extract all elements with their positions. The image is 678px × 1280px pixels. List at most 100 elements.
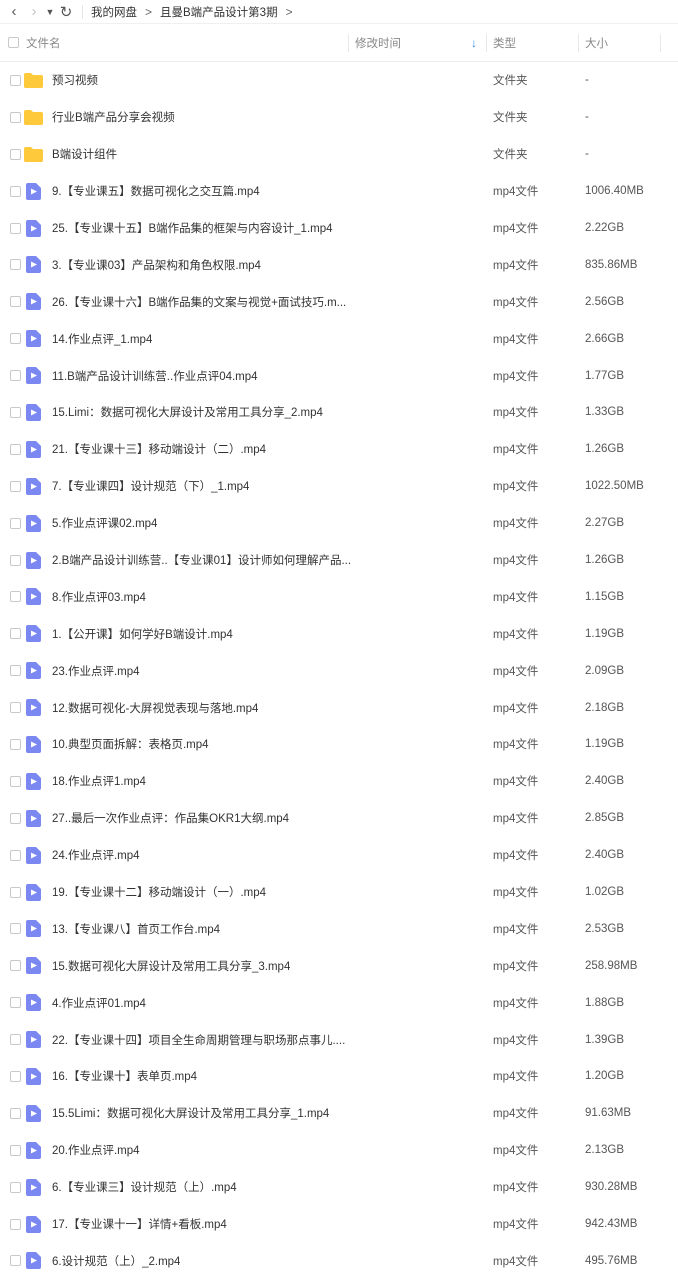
file-row[interactable]: 2.B端产品设计训练营..【专业课01】设计师如何理解产品... mp4文件 1.2…	[0, 542, 678, 579]
file-name[interactable]: 15.5Limi：数据可视化大屏设计及常用工具分享_1.mp4	[52, 1105, 329, 1121]
file-name[interactable]: 26.【专业课十六】B端作品集的文案与视觉+面试技巧.m...	[52, 294, 346, 310]
breadcrumb-root[interactable]: 我的网盘	[91, 4, 137, 20]
file-row[interactable]: 21.【专业课十三】移动端设计（二）.mp4 mp4文件 1.26GB	[0, 431, 678, 468]
file-row[interactable]: 15.数据可视化大屏设计及常用工具分享_3.mp4 mp4文件 258.98MB	[0, 947, 678, 984]
file-name[interactable]: 21.【专业课十三】移动端设计（二）.mp4	[52, 441, 266, 457]
row-checkbox[interactable]	[4, 1058, 26, 1095]
column-mtime-header[interactable]: 修改时间	[355, 35, 401, 51]
file-row[interactable]: B端设计组件 文件夹 -	[0, 136, 678, 173]
row-checkbox[interactable]	[4, 615, 26, 652]
file-row[interactable]: 27..最后一次作业点评：作品集OKR1大纲.mp4 mp4文件 2.85GB	[0, 800, 678, 837]
refresh-button[interactable]: ↻	[56, 1, 76, 23]
file-name[interactable]: 10.典型页面拆解：表格页.mp4	[52, 736, 209, 752]
row-checkbox[interactable]	[4, 1243, 26, 1280]
file-name[interactable]: 5.作业点评课02.mp4	[52, 515, 157, 531]
file-name[interactable]: 24.作业点评.mp4	[52, 847, 140, 863]
file-row[interactable]: 26.【专业课十六】B端作品集的文案与视觉+面试技巧.m... mp4文件 2.56…	[0, 283, 678, 320]
row-checkbox[interactable]	[4, 837, 26, 874]
file-row[interactable]: 16.【专业课十】表单页.mp4 mp4文件 1.20GB	[0, 1058, 678, 1095]
file-name[interactable]: 19.【专业课十二】移动端设计（一）.mp4	[52, 884, 266, 900]
row-checkbox[interactable]	[4, 62, 26, 99]
row-checkbox[interactable]	[4, 99, 26, 136]
row-checkbox[interactable]	[4, 431, 26, 468]
row-checkbox[interactable]	[4, 320, 26, 357]
file-row[interactable]: 7.【专业课四】设计规范（下）_1.mp4 mp4文件 1022.50MB	[0, 468, 678, 505]
file-name[interactable]: 2.B端产品设计训练营..【专业课01】设计师如何理解产品...	[52, 552, 351, 568]
row-checkbox[interactable]	[4, 542, 26, 579]
row-checkbox[interactable]	[4, 874, 26, 911]
file-row[interactable]: 15.5Limi：数据可视化大屏设计及常用工具分享_1.mp4 mp4文件 91.6…	[0, 1095, 678, 1132]
row-checkbox[interactable]	[4, 394, 26, 431]
file-row[interactable]: 13.【专业课八】首页工作台.mp4 mp4文件 2.53GB	[0, 910, 678, 947]
file-name[interactable]: 18.作业点评1.mp4	[52, 773, 146, 789]
select-all-checkbox[interactable]	[2, 37, 24, 48]
column-divider[interactable]	[660, 34, 661, 52]
file-name[interactable]: 16.【专业课十】表单页.mp4	[52, 1068, 197, 1084]
file-name[interactable]: 8.作业点评03.mp4	[52, 589, 146, 605]
file-name[interactable]: 6.设计规范（上）_2.mp4	[52, 1253, 180, 1269]
breadcrumb-current-folder[interactable]: 且曼B端产品设计第3期	[160, 4, 278, 20]
file-row[interactable]: 15.Limi：数据可视化大屏设计及常用工具分享_2.mp4 mp4文件 1.33G…	[0, 394, 678, 431]
forward-button[interactable]: ›	[24, 1, 44, 23]
file-row[interactable]: 预习视频 文件夹 -	[0, 62, 678, 99]
row-checkbox[interactable]	[4, 505, 26, 542]
row-checkbox[interactable]	[4, 578, 26, 615]
row-checkbox[interactable]	[4, 283, 26, 320]
file-row[interactable]: 14.作业点评_1.mp4 mp4文件 2.66GB	[0, 320, 678, 357]
file-name[interactable]: 27..最后一次作业点评：作品集OKR1大纲.mp4	[52, 810, 289, 826]
row-checkbox[interactable]	[4, 763, 26, 800]
file-row[interactable]: 1.【公开课】如何学好B端设计.mp4 mp4文件 1.19GB	[0, 615, 678, 652]
file-name[interactable]: 预习视频	[52, 72, 98, 88]
file-name[interactable]: 3.【专业课03】产品架构和角色权限.mp4	[52, 257, 261, 273]
file-name[interactable]: 7.【专业课四】设计规范（下）_1.mp4	[52, 478, 249, 494]
file-row[interactable]: 20.作业点评.mp4 mp4文件 2.13GB	[0, 1132, 678, 1169]
file-row[interactable]: 19.【专业课十二】移动端设计（一）.mp4 mp4文件 1.02GB	[0, 874, 678, 911]
row-checkbox[interactable]	[4, 357, 26, 394]
column-name-header[interactable]: 文件名	[26, 35, 61, 51]
row-checkbox[interactable]	[4, 136, 26, 173]
column-divider[interactable]	[348, 34, 349, 52]
file-name[interactable]: 行业B端产品分享会视频	[52, 109, 175, 125]
file-row[interactable]: 12.数据可视化-大屏视觉表现与落地.mp4 mp4文件 2.18GB	[0, 689, 678, 726]
file-row[interactable]: 8.作业点评03.mp4 mp4文件 1.15GB	[0, 578, 678, 615]
file-name[interactable]: 4.作业点评01.mp4	[52, 995, 146, 1011]
row-checkbox[interactable]	[4, 800, 26, 837]
file-name[interactable]: 13.【专业课八】首页工作台.mp4	[52, 921, 220, 937]
file-row[interactable]: 17.【专业课十一】详情+看板.mp4 mp4文件 942.43MB	[0, 1206, 678, 1243]
column-divider[interactable]	[486, 34, 487, 52]
row-checkbox[interactable]	[4, 910, 26, 947]
file-row[interactable]: 6.【专业课三】设计规范（上）.mp4 mp4文件 930.28MB	[0, 1169, 678, 1206]
file-row[interactable]: 4.作业点评01.mp4 mp4文件 1.88GB	[0, 984, 678, 1021]
file-name[interactable]: 11.B端产品设计训练营..作业点评04.mp4	[52, 368, 258, 384]
row-checkbox[interactable]	[4, 689, 26, 726]
file-row[interactable]: 3.【专业课03】产品架构和角色权限.mp4 mp4文件 835.86MB	[0, 246, 678, 283]
row-checkbox[interactable]	[4, 210, 26, 247]
row-checkbox[interactable]	[4, 726, 26, 763]
file-row[interactable]: 5.作业点评课02.mp4 mp4文件 2.27GB	[0, 505, 678, 542]
row-checkbox[interactable]	[4, 468, 26, 505]
file-row[interactable]: 24.作业点评.mp4 mp4文件 2.40GB	[0, 837, 678, 874]
row-checkbox[interactable]	[4, 984, 26, 1021]
file-name[interactable]: 25.【专业课十五】B端作品集的框架与内容设计_1.mp4	[52, 220, 333, 236]
file-name[interactable]: 15.数据可视化大屏设计及常用工具分享_3.mp4	[52, 958, 290, 974]
file-row[interactable]: 6.设计规范（上）_2.mp4 mp4文件 495.76MB	[0, 1243, 678, 1280]
file-name[interactable]: 22.【专业课十四】项目全生命周期管理与职场那点事儿....	[52, 1032, 345, 1048]
file-name[interactable]: 15.Limi：数据可视化大屏设计及常用工具分享_2.mp4	[52, 404, 323, 420]
row-checkbox[interactable]	[4, 1021, 26, 1058]
file-name[interactable]: 23.作业点评.mp4	[52, 663, 140, 679]
file-name[interactable]: 12.数据可视化-大屏视觉表现与落地.mp4	[52, 700, 258, 716]
row-checkbox[interactable]	[4, 652, 26, 689]
file-row[interactable]: 9.【专业课五】数据可视化之交互篇.mp4 mp4文件 1006.40MB	[0, 173, 678, 210]
file-row[interactable]: 11.B端产品设计训练营..作业点评04.mp4 mp4文件 1.77GB	[0, 357, 678, 394]
file-row[interactable]: 行业B端产品分享会视频 文件夹 -	[0, 99, 678, 136]
back-button[interactable]: ‹	[4, 1, 24, 23]
file-row[interactable]: 18.作业点评1.mp4 mp4文件 2.40GB	[0, 763, 678, 800]
row-checkbox[interactable]	[4, 1169, 26, 1206]
row-checkbox[interactable]	[4, 1206, 26, 1243]
file-name[interactable]: 20.作业点评.mp4	[52, 1142, 140, 1158]
file-name[interactable]: B端设计组件	[52, 146, 117, 162]
file-row[interactable]: 25.【专业课十五】B端作品集的框架与内容设计_1.mp4 mp4文件 2.22GB	[0, 210, 678, 247]
file-row[interactable]: 22.【专业课十四】项目全生命周期管理与职场那点事儿.... mp4文件 1.39G…	[0, 1021, 678, 1058]
row-checkbox[interactable]	[4, 1095, 26, 1132]
history-dropdown-button[interactable]: ▼	[44, 1, 56, 23]
